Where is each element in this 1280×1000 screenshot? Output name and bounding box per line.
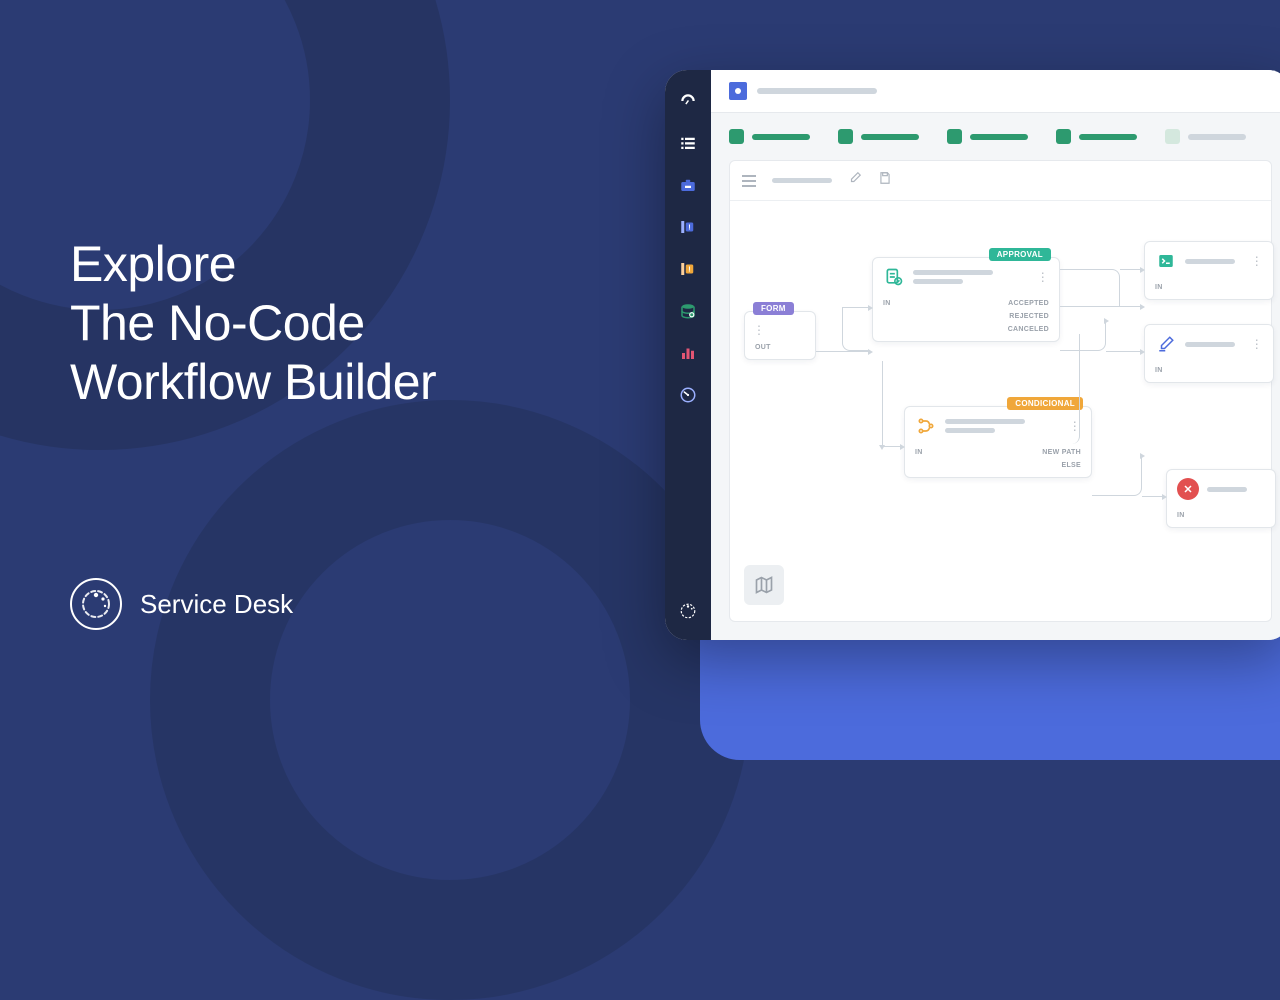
- node-script[interactable]: ⋮ IN: [1144, 241, 1274, 300]
- more-icon[interactable]: ⋮: [1251, 255, 1263, 267]
- sidebar: ! !: [665, 70, 711, 640]
- port-label: IN: [1155, 284, 1163, 291]
- port-label: NEW PATH: [1042, 449, 1081, 456]
- briefcase-icon[interactable]: [677, 174, 699, 196]
- more-icon[interactable]: ⋮: [1251, 338, 1263, 350]
- node-edit[interactable]: ⋮ IN: [1144, 324, 1274, 383]
- node-tag: APPROVAL: [989, 248, 1051, 261]
- port-label: IN: [883, 300, 891, 307]
- more-icon[interactable]: ⋮: [1037, 271, 1049, 283]
- node-error[interactable]: IN: [1166, 469, 1276, 528]
- svg-text:!: !: [688, 222, 691, 231]
- database-icon[interactable]: [677, 300, 699, 322]
- save-icon[interactable]: [878, 171, 892, 190]
- edit-icon[interactable]: [848, 171, 862, 190]
- brand-logo-icon: [70, 578, 122, 630]
- brand-name: Service Desk: [140, 589, 293, 620]
- step-tracker: [711, 113, 1280, 160]
- error-icon: [1177, 478, 1199, 500]
- pencil-icon: [1155, 333, 1177, 355]
- port-label: IN: [915, 449, 923, 456]
- port-label: OUT: [755, 344, 771, 351]
- connector: [816, 351, 870, 352]
- chart-icon[interactable]: [677, 342, 699, 364]
- port-label: ACCEPTED: [1008, 300, 1049, 307]
- terminal-icon: [1155, 250, 1177, 272]
- step[interactable]: [1165, 129, 1246, 144]
- headline-line: The No-Code: [70, 294, 436, 353]
- port-label: IN: [1177, 512, 1185, 519]
- connector: [1120, 269, 1142, 270]
- home-icon[interactable]: [729, 82, 747, 100]
- connector: [1060, 306, 1142, 307]
- step[interactable]: [838, 129, 919, 144]
- priority-blue-icon[interactable]: !: [677, 216, 699, 238]
- connector: [1106, 351, 1142, 352]
- headline-line: Workflow Builder: [70, 353, 436, 412]
- priority-orange-icon[interactable]: !: [677, 258, 699, 280]
- brand-mini-icon[interactable]: [677, 600, 699, 622]
- connector: [1060, 334, 1080, 444]
- breadcrumb-skeleton: [757, 88, 877, 94]
- workflow-canvas: FORM ⋮ OUT APPROVAL: [729, 160, 1272, 622]
- tab-skeleton: [772, 178, 832, 183]
- dashboard-icon[interactable]: [677, 90, 699, 112]
- main-area: FORM ⋮ OUT APPROVAL: [711, 70, 1280, 640]
- gauge-icon[interactable]: [677, 384, 699, 406]
- list-icon[interactable]: [677, 132, 699, 154]
- branch-icon: [915, 415, 937, 437]
- port-label: CANCELED: [1008, 326, 1049, 333]
- bg-swirl: [150, 400, 750, 1000]
- port-label: REJECTED: [1009, 313, 1049, 320]
- minimap-button[interactable]: [744, 565, 784, 605]
- connector: [882, 361, 883, 446]
- node-approval[interactable]: APPROVAL ⋮ INACCEPTED REJECTED: [872, 257, 1060, 342]
- connector: [842, 307, 870, 351]
- headline-line: Explore: [70, 235, 436, 294]
- connector: [882, 446, 902, 447]
- app-window: ! !: [665, 70, 1280, 640]
- step[interactable]: [729, 129, 810, 144]
- more-icon[interactable]: ⋮: [753, 324, 765, 336]
- connector: [842, 307, 870, 308]
- step[interactable]: [1056, 129, 1137, 144]
- brand: Service Desk: [70, 578, 293, 630]
- headline: Explore The No-Code Workflow Builder: [70, 235, 436, 412]
- menu-icon[interactable]: [742, 175, 756, 187]
- node-form[interactable]: FORM ⋮ OUT: [744, 311, 816, 360]
- svg-text:!: !: [688, 264, 691, 273]
- canvas-toolbar: [730, 161, 1271, 201]
- connector: [1060, 269, 1120, 306]
- breadcrumb-bar: [711, 70, 1280, 113]
- checklist-icon: [883, 266, 905, 288]
- port-label: IN: [1155, 367, 1163, 374]
- port-label: ELSE: [1062, 462, 1081, 469]
- connector: [1142, 496, 1164, 497]
- node-tag: FORM: [753, 302, 794, 315]
- step[interactable]: [947, 129, 1028, 144]
- connector: [1092, 456, 1142, 496]
